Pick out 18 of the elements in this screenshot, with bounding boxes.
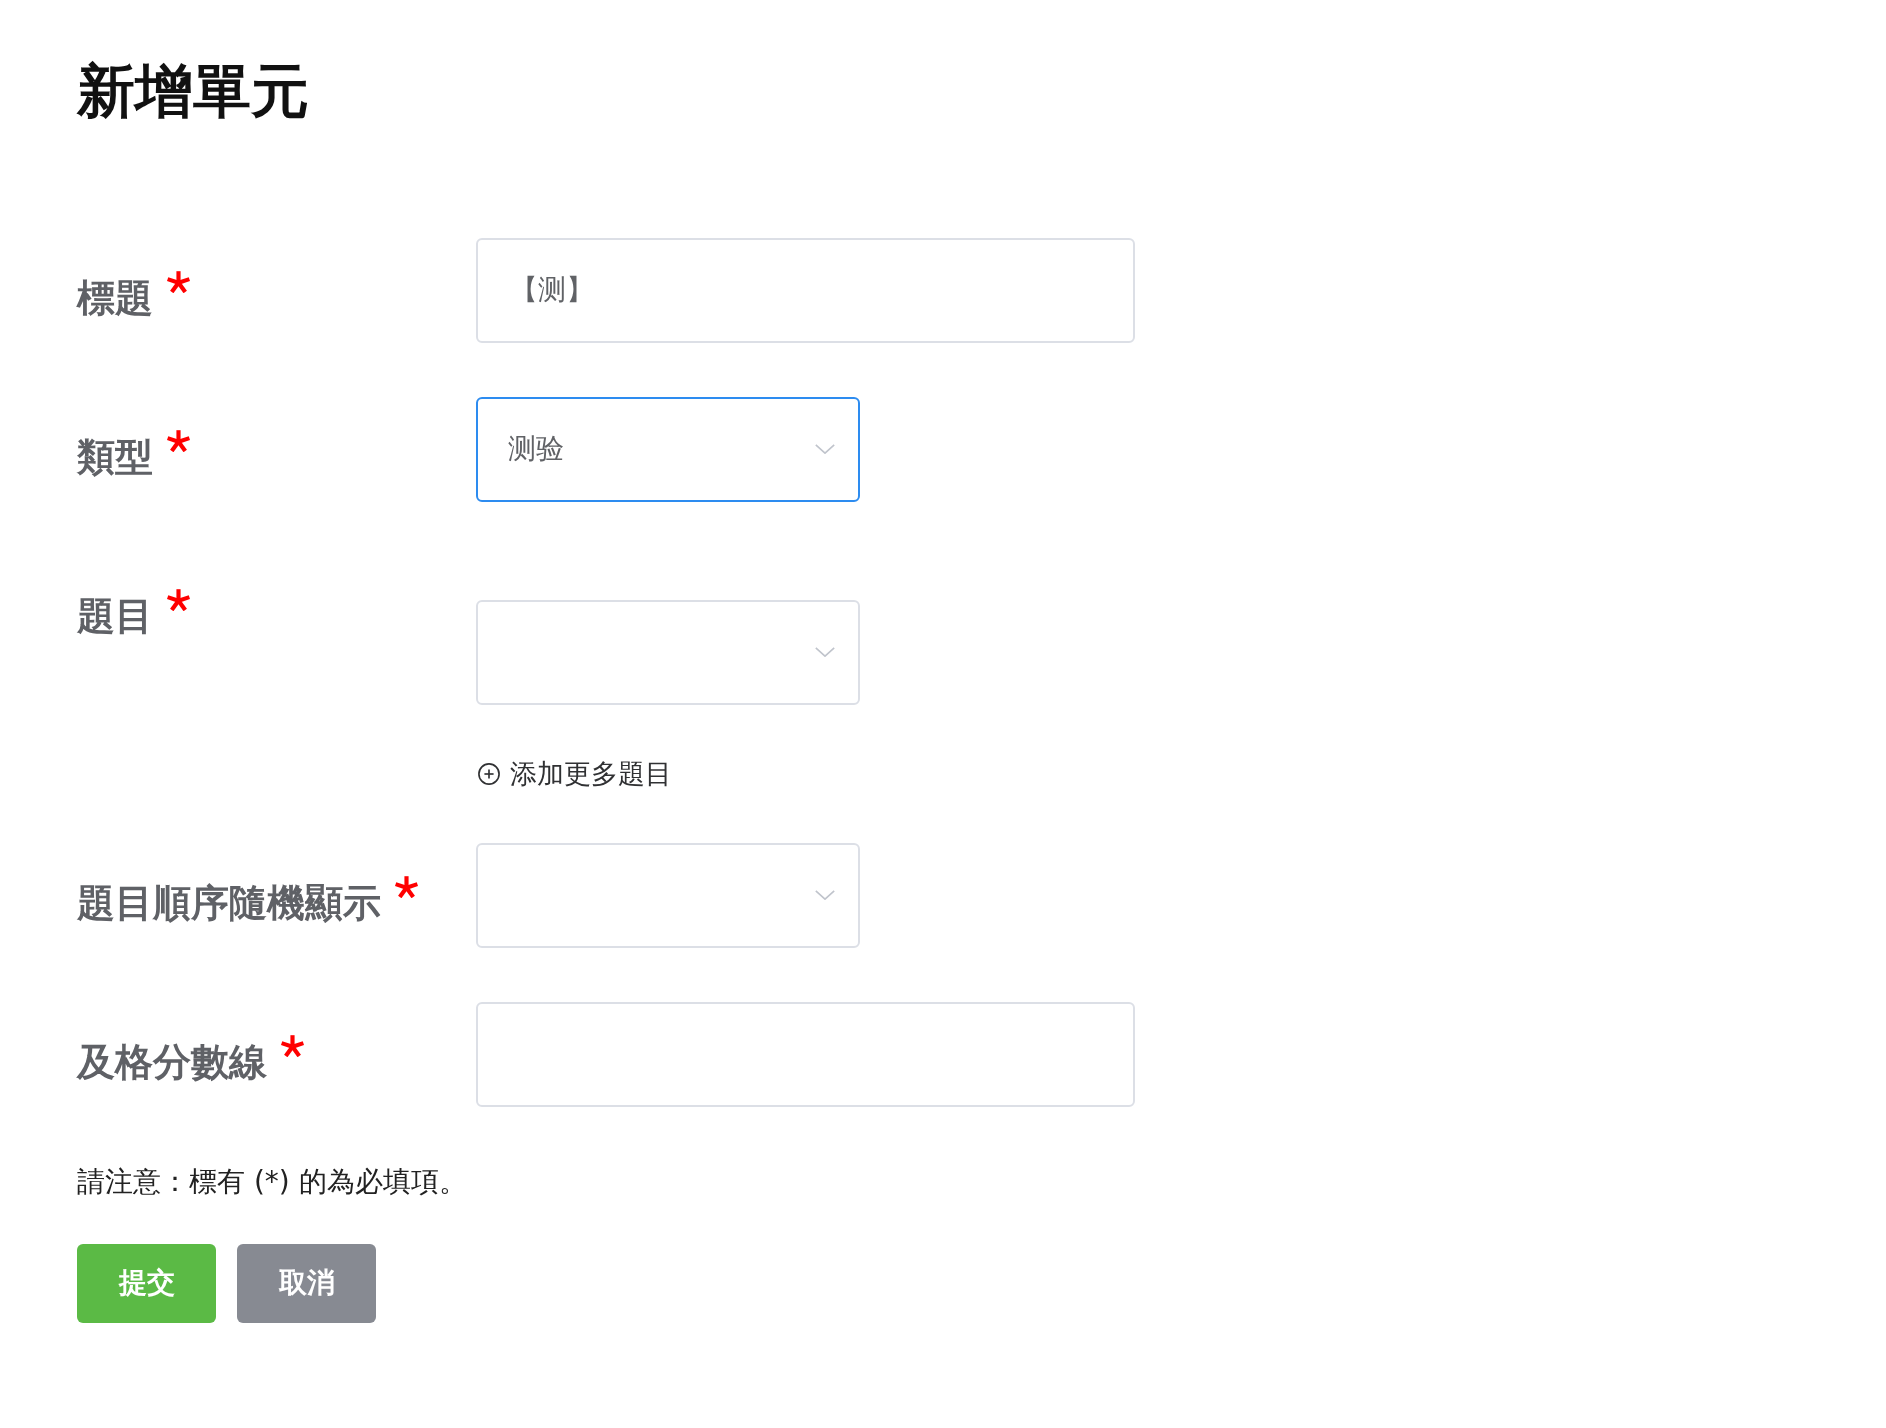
dropdown-select[interactable] (476, 599, 860, 705)
text-input[interactable] (476, 1001, 1135, 1107)
page-title: 新增單元 (77, 57, 309, 127)
chevron-down-icon (815, 890, 835, 901)
field-label: 題目 (77, 596, 153, 635)
required-note: 請注意：標有 (*) 的為必填項。 (77, 1163, 467, 1200)
field-label: 及格分數線 (77, 1042, 267, 1081)
cancel-button[interactable]: 取消 (237, 1243, 376, 1323)
plus-circle-icon (478, 762, 500, 785)
dropdown-select[interactable]: 测验 (476, 396, 860, 502)
chevron-down-icon (815, 647, 835, 658)
add-more-link[interactable]: 添加更多題目 (476, 753, 676, 794)
field-label: 類型 (77, 437, 153, 476)
chevron-down-icon (815, 444, 835, 455)
field-label: 題目順序隨機顯示 (77, 883, 381, 922)
dropdown-select[interactable] (476, 842, 860, 948)
field-label: 標題 (77, 278, 153, 317)
text-input[interactable]: 【测】 (476, 237, 1135, 343)
